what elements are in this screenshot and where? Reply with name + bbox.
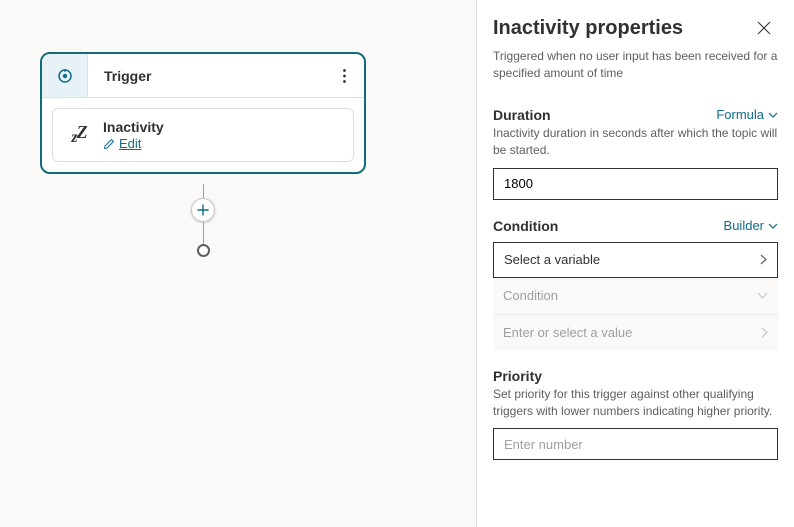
chevron-down-icon [757,292,768,299]
variable-picker[interactable]: Select a variable [493,242,778,278]
condition-value-picker[interactable]: Enter or select a value [493,314,778,350]
condition-builder: Condition Enter or select a value [493,278,778,350]
node-menu-button[interactable] [324,54,364,97]
inactivity-title: Inactivity [103,119,164,135]
duration-mode-toggle[interactable]: Formula [716,107,778,122]
duration-help: Inactivity duration in seconds after whi… [493,125,778,160]
value-placeholder: Enter or select a value [503,325,632,340]
inactivity-text: Inactivity Edit [103,119,164,151]
mode-label: Builder [724,218,764,233]
duration-input[interactable] [493,168,778,200]
mode-label: Formula [716,107,764,122]
pencil-icon [103,138,115,150]
priority-help: Set priority for this trigger against ot… [493,386,778,421]
inactivity-card[interactable]: zZ Inactivity Edit [52,108,354,162]
plus-icon [197,204,209,216]
duration-label: Duration [493,107,551,123]
authoring-canvas: Trigger zZ Inactivity [0,0,476,527]
panel-description: Triggered when no user input has been re… [493,48,778,83]
node-body: zZ Inactivity Edit [42,98,364,172]
condition-mode-toggle[interactable]: Builder [724,218,778,233]
add-node-button[interactable] [191,198,215,222]
duration-section: Duration Formula Inactivity duration in … [493,107,778,200]
connector-line [203,184,204,198]
terminal-node [197,244,210,257]
variable-placeholder: Select a variable [504,252,600,267]
close-button[interactable] [750,14,778,42]
panel-header: Inactivity properties [493,14,778,42]
priority-section: Priority Set priority for this trigger a… [493,368,778,461]
priority-label: Priority [493,368,542,384]
connector-line [203,222,204,244]
edit-link[interactable]: Edit [103,136,164,151]
edit-label: Edit [119,136,141,151]
condition-label: Condition [493,218,558,234]
operator-placeholder: Condition [503,288,558,303]
priority-input[interactable] [493,428,778,460]
chevron-down-icon [768,112,778,118]
sleep-icon: zZ [65,121,93,149]
trigger-icon [42,54,88,97]
close-icon [757,21,771,35]
more-vertical-icon [343,69,346,83]
node-title: Trigger [88,68,324,84]
panel-title: Inactivity properties [493,17,683,40]
node-header: Trigger [42,54,364,98]
trigger-node[interactable]: Trigger zZ Inactivity [40,52,366,174]
condition-section: Condition Builder Select a variable Cond… [493,218,778,350]
properties-panel: Inactivity properties Triggered when no … [476,0,794,527]
chevron-right-icon [760,254,767,265]
chevron-right-icon [761,327,768,338]
condition-operator-picker[interactable]: Condition [493,278,778,314]
chevron-down-icon [768,223,778,229]
node-connector [196,184,210,257]
